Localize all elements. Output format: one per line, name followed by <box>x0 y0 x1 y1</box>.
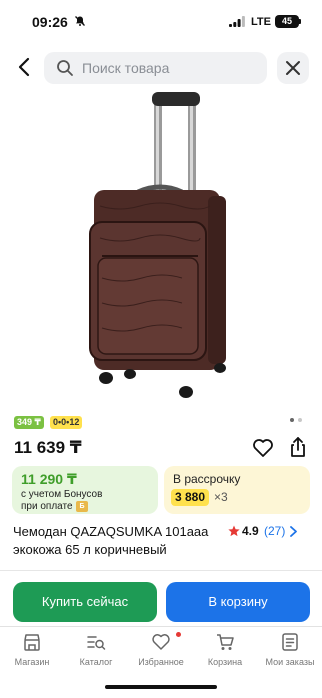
bonus-caption: с учетом Бонусов <box>21 489 103 500</box>
tab-label: Магазин <box>14 657 50 667</box>
status-bar: 09:26 LTE 45 <box>0 0 322 44</box>
buy-now-button[interactable]: Купить сейчас <box>13 582 157 622</box>
notification-dot <box>176 632 181 637</box>
catalog-icon <box>87 636 106 650</box>
bonus-caption-2: при оплате <box>21 501 73 512</box>
installment-multiplier: ×3 <box>214 490 228 504</box>
chevron-right-icon[interactable] <box>289 526 298 537</box>
tab-label: Каталог <box>79 657 113 667</box>
tab-orders[interactable]: Мои заказы <box>258 632 322 672</box>
bonus-price: 11 290 ₸ <box>21 471 77 487</box>
installment-amount: 3 880 <box>171 489 210 506</box>
tab-catalog[interactable]: Каталог <box>64 632 128 672</box>
orders-icon <box>282 633 298 651</box>
network-label: LTE <box>251 16 271 28</box>
heart-icon <box>152 634 170 650</box>
tab-store[interactable]: Магазин <box>0 632 64 672</box>
share-icon[interactable] <box>287 436 309 458</box>
search-icon <box>57 60 73 76</box>
tab-cart[interactable]: Корзина <box>193 632 257 672</box>
price-drop-badge: 349 ₸ <box>14 416 44 429</box>
reviews-link[interactable]: (27) <box>264 524 285 538</box>
product-image[interactable] <box>60 88 260 408</box>
battery-tip <box>299 19 301 24</box>
favorite-heart-icon[interactable] <box>252 438 274 458</box>
close-button[interactable] <box>277 52 309 84</box>
tab-favorites[interactable]: Избранное <box>129 632 193 672</box>
status-time: 09:26 <box>32 14 68 30</box>
tab-label: Корзина <box>207 657 243 667</box>
installment-title: В рассрочку <box>173 472 241 486</box>
tab-label: Мои заказы <box>265 657 315 667</box>
rating-value: 4.9 <box>242 524 259 538</box>
carousel-dot <box>298 418 302 422</box>
installment-badge: 0•0•12 <box>50 416 83 429</box>
installment-card[interactable]: В рассрочку 3 880 ×3 <box>164 466 310 514</box>
add-to-cart-button[interactable]: В корзину <box>166 582 310 622</box>
star-icon <box>228 525 240 537</box>
home-indicator <box>105 685 217 689</box>
close-icon <box>286 61 300 75</box>
back-arrow-icon[interactable] <box>12 54 38 80</box>
battery-icon: 45 <box>275 15 299 28</box>
signal-icon <box>229 16 245 27</box>
store-icon <box>24 634 40 651</box>
battery-level: 45 <box>281 16 292 26</box>
bonus-badge-icon: Б <box>76 501 88 512</box>
product-title-line2: экокожа 65 л коричневый <box>13 542 167 557</box>
search-placeholder: Поиск товара <box>82 60 170 76</box>
bonus-price-card[interactable]: 11 290 ₸ с учетом Бонусов при оплате Б <box>12 466 158 514</box>
search-input[interactable]: Поиск товара <box>44 52 267 84</box>
product-price: 11 639 ₸ <box>14 438 82 457</box>
tab-label: Избранное <box>138 657 184 667</box>
product-title: Чемодан QAZAQSUMKA 101aaa <box>13 524 209 539</box>
cart-icon <box>217 634 234 650</box>
carousel-dot-active <box>290 418 294 422</box>
bell-muted-icon <box>75 16 85 26</box>
